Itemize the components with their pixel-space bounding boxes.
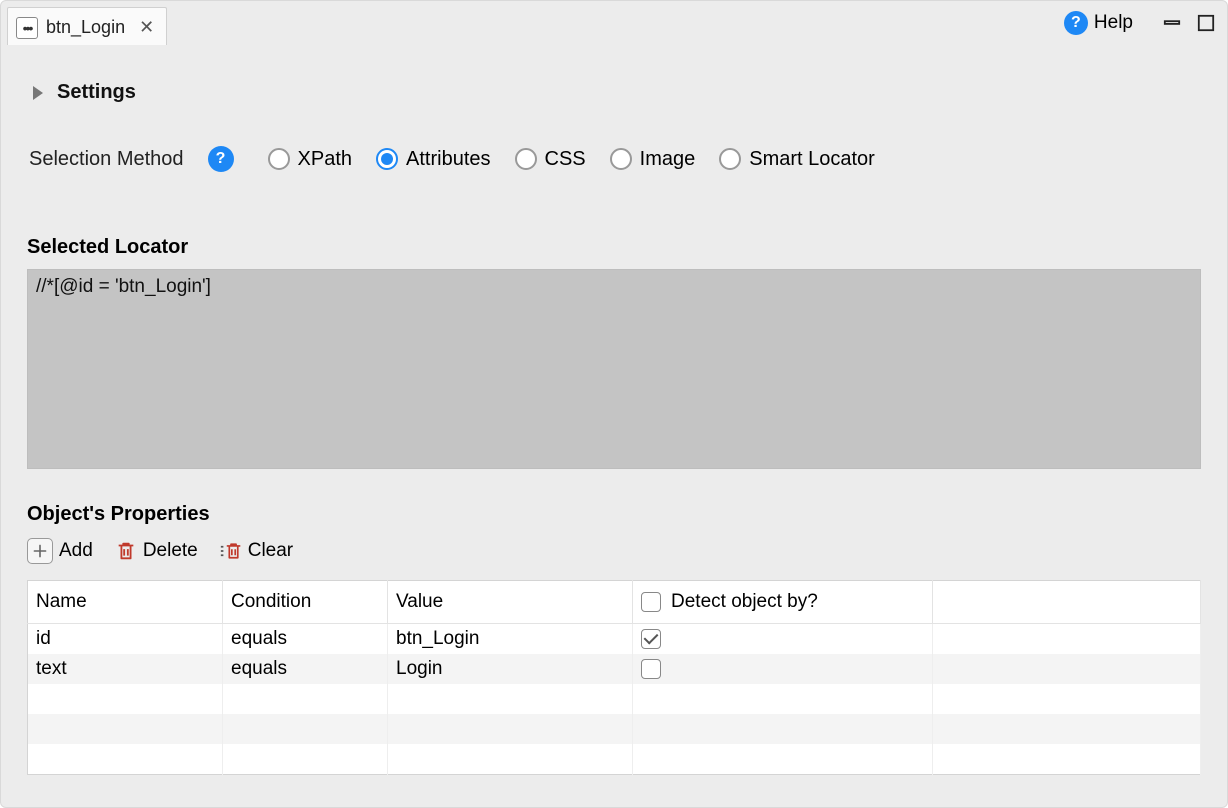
settings-title: Settings <box>57 81 136 104</box>
radio-label: Smart Locator <box>749 148 875 171</box>
cell-blank <box>933 654 1201 684</box>
table-row-empty[interactable] <box>28 744 1201 774</box>
tab-title: btn_Login <box>46 17 125 38</box>
table-row[interactable]: id equals btn_Login <box>28 624 1201 655</box>
delete-label: Delete <box>143 540 198 562</box>
clear-icon <box>220 540 242 562</box>
chevron-right-icon <box>33 86 43 100</box>
col-name[interactable]: Name <box>28 581 223 624</box>
close-icon[interactable]: ✕ <box>139 17 154 38</box>
selection-method-row: Selection Method ? XPath Attributes CSS … <box>29 146 1201 172</box>
col-value[interactable]: Value <box>388 581 633 624</box>
col-detect[interactable]: Detect object by? <box>633 581 933 624</box>
object-icon: ••• <box>16 17 38 39</box>
radio-icon <box>515 148 537 170</box>
clear-button[interactable]: Clear <box>220 540 293 562</box>
table-row[interactable]: text equals Login <box>28 654 1201 684</box>
radio-css[interactable]: CSS <box>515 148 586 171</box>
tab-bar: ••• btn_Login ✕ ? Help <box>1 1 1227 45</box>
clear-label: Clear <box>248 540 293 562</box>
radio-label: Attributes <box>406 148 490 171</box>
selection-method-label: Selection Method <box>29 148 184 171</box>
table-row-empty[interactable] <box>28 714 1201 744</box>
cell-value[interactable]: btn_Login <box>388 624 633 655</box>
properties-table: Name Condition Value Detect object by? i… <box>27 580 1201 775</box>
settings-toggle[interactable]: Settings <box>33 81 1201 104</box>
cell-detect[interactable] <box>633 654 933 684</box>
properties-toolbar: Add Delete Clear <box>27 538 1201 564</box>
col-detect-label: Detect object by? <box>671 591 818 613</box>
radio-icon <box>268 148 290 170</box>
cell-name[interactable]: id <box>28 624 223 655</box>
cell-value[interactable]: Login <box>388 654 633 684</box>
radio-image[interactable]: Image <box>610 148 696 171</box>
radio-xpath[interactable]: XPath <box>268 148 352 171</box>
cell-blank <box>933 624 1201 655</box>
cell-name[interactable]: text <box>28 654 223 684</box>
detect-checkbox[interactable] <box>641 659 661 679</box>
cell-condition[interactable]: equals <box>223 624 388 655</box>
minimize-button[interactable] <box>1161 12 1183 34</box>
radio-icon <box>610 148 632 170</box>
radio-smart-locator[interactable]: Smart Locator <box>719 148 875 171</box>
table-header-row: Name Condition Value Detect object by? <box>28 581 1201 624</box>
radio-icon <box>376 148 398 170</box>
object-properties-title: Object's Properties <box>27 503 1201 526</box>
radio-attributes[interactable]: Attributes <box>376 148 490 171</box>
maximize-button[interactable] <box>1195 12 1217 34</box>
selected-locator-text[interactable]: //*[@id = 'btn_Login'] <box>27 269 1201 469</box>
detect-checkbox[interactable] <box>641 629 661 649</box>
editor-window: ••• btn_Login ✕ ? Help Settings Selectio… <box>0 0 1228 808</box>
help-button[interactable]: ? Help <box>1064 11 1133 35</box>
col-condition[interactable]: Condition <box>223 581 388 624</box>
radio-icon <box>719 148 741 170</box>
delete-button[interactable]: Delete <box>115 540 198 562</box>
add-label: Add <box>59 540 93 562</box>
col-blank <box>933 581 1201 624</box>
tab-btn-login[interactable]: ••• btn_Login ✕ <box>7 7 167 45</box>
selection-method-help-icon[interactable]: ? <box>208 146 234 172</box>
radio-label: Image <box>640 148 696 171</box>
plus-icon <box>27 538 53 564</box>
radio-label: CSS <box>545 148 586 171</box>
cell-condition[interactable]: equals <box>223 654 388 684</box>
detect-all-checkbox[interactable] <box>641 592 661 612</box>
add-button[interactable]: Add <box>27 538 93 564</box>
cell-detect[interactable] <box>633 624 933 655</box>
trash-icon <box>115 540 137 562</box>
selected-locator-title: Selected Locator <box>27 236 1201 259</box>
help-icon: ? <box>1064 11 1088 35</box>
radio-label: XPath <box>298 148 352 171</box>
table-row-empty[interactable] <box>28 684 1201 714</box>
editor-content: Settings Selection Method ? XPath Attrib… <box>1 45 1227 775</box>
help-label: Help <box>1094 12 1133 34</box>
